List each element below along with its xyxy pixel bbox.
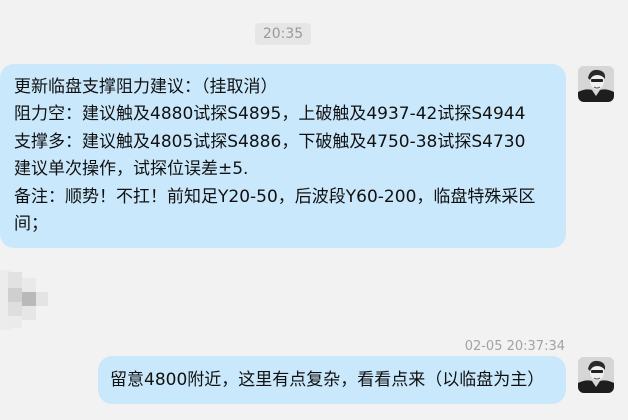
message-timestamp: 02-05 20:37:34 bbox=[464, 339, 565, 354]
message-line: 阻力空：建议触及4880试探S4895，上破触及4937-42试探S4944 bbox=[14, 104, 526, 125]
user-avatar[interactable] bbox=[578, 66, 614, 102]
person-avatar-icon bbox=[578, 357, 614, 393]
reply-bubble[interactable]: 留意4800附近，这里有点复杂，看看点来（以临盘为主） bbox=[98, 356, 566, 404]
message-line: 建议单次操作，试探位误差±5. bbox=[14, 159, 249, 180]
message-line: 备注：顺势！不扛！前知足Y20-50，后波段Y60-200，临盘特殊采区 bbox=[14, 186, 536, 207]
message-line: 更新临盘支撑阻力建议：（挂取消） bbox=[14, 77, 278, 97]
message-bubble[interactable]: 更新临盘支撑阻力建议：（挂取消） 阻力空：建议触及4880试探S4895，上破触… bbox=[0, 64, 566, 248]
blurred-avatar-icon bbox=[0, 270, 48, 330]
time-divider: 20:35 bbox=[255, 23, 311, 45]
person-avatar-icon bbox=[578, 66, 614, 102]
message-line: 间； bbox=[14, 214, 48, 235]
message-line: 支撑多：建议触及4805试探S4886，下破触及4750-38试探S4730 bbox=[14, 131, 526, 152]
blurred-avatar[interactable] bbox=[0, 270, 50, 330]
reply-text: 留意4800附近，这里有点复杂，看看点来（以临盘为主） bbox=[110, 370, 545, 390]
user-avatar[interactable] bbox=[578, 357, 614, 393]
